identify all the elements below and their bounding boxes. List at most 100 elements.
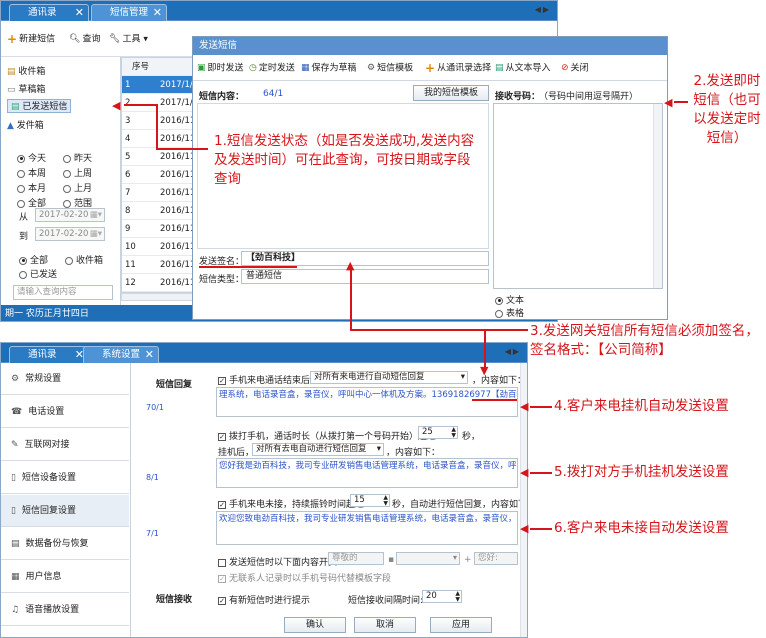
- table-row[interactable]: 10 2016/11/: [122, 238, 202, 256]
- close-icon[interactable]: ✕: [145, 347, 154, 363]
- new-sms-button[interactable]: + 新建短信: [7, 32, 55, 46]
- internet-icon: ✎: [11, 440, 19, 450]
- row1-select[interactable]: 对所有来电进行自动短信回复 ▾: [310, 371, 468, 384]
- table-row[interactable]: 2 2017/1/1: [122, 94, 202, 112]
- tab-sms-manager[interactable]: 短信管理 ✕: [91, 4, 167, 21]
- sign-input[interactable]: 【劲百科技】: [241, 251, 489, 266]
- button-label: 短信模板: [377, 63, 414, 74]
- table-row[interactable]: 7 2016/11/: [122, 184, 202, 202]
- from-date-field[interactable]: 2017-02-20 ▦▾: [35, 208, 105, 222]
- reply-text-2[interactable]: 您好我是劲百科技，我司专业研发销售电话管理系统，电话录音盒，录音仪，呼叫中: [216, 458, 518, 488]
- radio-scope-sent[interactable]: 已发送: [19, 267, 57, 280]
- annotation-2-line: [674, 101, 688, 103]
- radio-last-month[interactable]: 上月: [63, 181, 92, 194]
- reply-text-1[interactable]: 理系统，电话录音盒，录音仪，呼叫中心一体机及方案。13691826977【劲百科…: [216, 387, 518, 417]
- row2b-select[interactable]: 对所有去电自动进行短信回复 ▾: [252, 443, 384, 456]
- radio-yesterday[interactable]: 昨天: [63, 151, 92, 164]
- to-date-field[interactable]: 2017-02-20 ▦▾: [35, 227, 105, 241]
- radio-scope-all[interactable]: 全部: [19, 253, 48, 266]
- table-row[interactable]: 6 2016/11/: [122, 166, 202, 184]
- table-row[interactable]: 8 2016/11/: [122, 202, 202, 220]
- row4-prefix-input[interactable]: 尊敬的: [328, 552, 384, 565]
- row3-checkbox[interactable]: ✓ 手机来电未接，持续振铃时间超过: [218, 497, 364, 510]
- my-template-button[interactable]: 我的短信模板: [413, 85, 489, 101]
- radio-today[interactable]: 今天: [17, 151, 46, 164]
- scheduled-send-button[interactable]: ◷ 定时发送: [249, 61, 295, 75]
- tab-contacts[interactable]: 通讯录 ✕: [9, 4, 89, 21]
- column-header[interactable]: 序号: [132, 58, 149, 76]
- from-contacts-button[interactable]: + 从通讯录选择: [425, 61, 491, 75]
- radio-this-month[interactable]: 本月: [17, 181, 46, 194]
- row2-duration-stepper[interactable]: 25 ▲ ▼: [418, 426, 458, 439]
- folder-inbox[interactable]: ▤ 收件箱: [7, 65, 45, 79]
- nav-item-general[interactable]: ⚙ 常规设置: [1, 363, 129, 395]
- confirm-button[interactable]: 确认: [284, 617, 346, 633]
- reply-text-3[interactable]: 欢迎您致电劲百科技，我司专业研发销售电话管理系统，电话录音盒，录音仪，呼叫: [216, 511, 518, 545]
- row5-checkbox[interactable]: ✓ 无联系人记录时以手机号码代替模板字段: [218, 571, 391, 584]
- calendar-dropdown-icon[interactable]: ▦▾: [90, 228, 102, 240]
- nav-item-phone[interactable]: ☎ 电话设置: [1, 396, 129, 428]
- spin-arrows-icon[interactable]: ▲ ▼: [455, 591, 460, 603]
- close-icon[interactable]: ✕: [75, 5, 84, 21]
- table-row[interactable]: 5 2016/11/: [122, 148, 202, 166]
- cancel-button[interactable]: 取消: [354, 617, 416, 633]
- table-row[interactable]: 9 2016/11/: [122, 220, 202, 238]
- nav-item-voice[interactable]: ♫ 语音播放设置: [1, 594, 129, 626]
- apply-button[interactable]: 应用: [430, 617, 492, 633]
- row4-field-select[interactable]: ▾: [396, 552, 460, 565]
- calendar-dropdown-icon[interactable]: ▦▾: [90, 209, 102, 221]
- nav-item-internet[interactable]: ✎ 互联网对接: [1, 429, 129, 461]
- table-row[interactable]: 4 2016/11/: [122, 130, 202, 148]
- row1-checkbox[interactable]: ✓ 手机来电通话结束后，: [218, 373, 319, 386]
- tab-system-settings[interactable]: 系统设置 ✕: [83, 346, 159, 363]
- spin-arrows-icon[interactable]: ▲ ▼: [383, 495, 388, 507]
- close-icon[interactable]: ✕: [153, 5, 162, 21]
- row4-suffix-input[interactable]: 您好:: [474, 552, 518, 565]
- radio-this-week[interactable]: 本周: [17, 166, 46, 179]
- row-number: 5: [125, 152, 131, 162]
- radio-format-text[interactable]: 文本: [495, 293, 524, 306]
- recv-checkbox[interactable]: ✓ 有新短信时进行提示: [218, 593, 310, 606]
- table-row[interactable]: 3 2016/11/: [122, 112, 202, 130]
- radio-format-table[interactable]: 表格: [495, 306, 524, 319]
- tab-contacts[interactable]: 通讯录 ✕: [9, 346, 89, 363]
- section-reply-title: 短信回复: [156, 380, 193, 390]
- receiver-scrollbar[interactable]: [653, 104, 662, 288]
- folder-sent[interactable]: ▤ 已发送短信: [7, 99, 72, 113]
- content-label: 短信内容：: [199, 92, 245, 102]
- save-draft-button[interactable]: ▦ 保存为草稿: [301, 61, 357, 75]
- tab-scroll-arrows-icon[interactable]: ◀▶: [505, 347, 521, 356]
- table-row[interactable]: 1 2017/1/: [122, 76, 202, 94]
- nav-item-backup[interactable]: ▤ 数据备份与恢复: [1, 528, 129, 560]
- nav-item-sms-reply[interactable]: ▯ 短信回复设置: [1, 495, 129, 527]
- row2-checkbox[interactable]: ✓ 拨打手机，通话时长（从拨打第一个号码开始）超过: [218, 429, 436, 442]
- receiver-hint: （号码中间用逗号隔开）: [539, 92, 639, 102]
- table-scrollbar[interactable]: [121, 293, 201, 301]
- spin-arrows-icon[interactable]: ▲ ▼: [451, 427, 456, 439]
- tools-button[interactable]: 🔧︎ 工具 ▾: [109, 32, 148, 46]
- folder-outbox[interactable]: ▲ 发件箱: [7, 119, 44, 133]
- query-button[interactable]: 🔍︎ 查询: [69, 32, 100, 46]
- close-dialog-button[interactable]: ⊘ 关闭: [561, 61, 589, 75]
- row4-checkbox[interactable]: 发送短信时以下面内容开头: [218, 555, 337, 568]
- send-now-button[interactable]: ▣ 即时发送: [197, 61, 244, 75]
- folder-drafts[interactable]: ▭ 草稿箱: [7, 83, 45, 97]
- nav-item-sms-device[interactable]: ▯ 短信设备设置: [1, 462, 129, 494]
- tab-scroll-arrows-icon[interactable]: ◀▶: [535, 5, 551, 14]
- table-row[interactable]: 11 2016/11/: [122, 256, 202, 274]
- radio-last-week[interactable]: 上周: [63, 166, 92, 179]
- table-row[interactable]: 12 2016/11/: [122, 274, 202, 292]
- import-text-button[interactable]: ▤ 从文本导入: [495, 61, 551, 75]
- sms-template-button[interactable]: ⚙ 短信模板: [367, 61, 413, 75]
- row3-ring-stepper[interactable]: 15 ▲ ▼: [350, 494, 390, 507]
- type-select[interactable]: 普通短信: [241, 269, 489, 284]
- receiver-textarea[interactable]: [493, 103, 663, 289]
- radio-scope-inbox[interactable]: 收件箱: [65, 253, 103, 266]
- clock-icon: ◷: [249, 63, 257, 73]
- radio-dot: [17, 154, 25, 163]
- checkbox-checked-icon: ✓: [218, 432, 226, 441]
- row3-tail: 秒，自动进行短信回复，内容如下：: [392, 500, 528, 510]
- recv-interval-stepper[interactable]: 20 ▲ ▼: [422, 590, 462, 603]
- nav-item-user-info[interactable]: ▦ 用户信息: [1, 561, 129, 593]
- search-input[interactable]: 请输入查询内容: [13, 285, 113, 300]
